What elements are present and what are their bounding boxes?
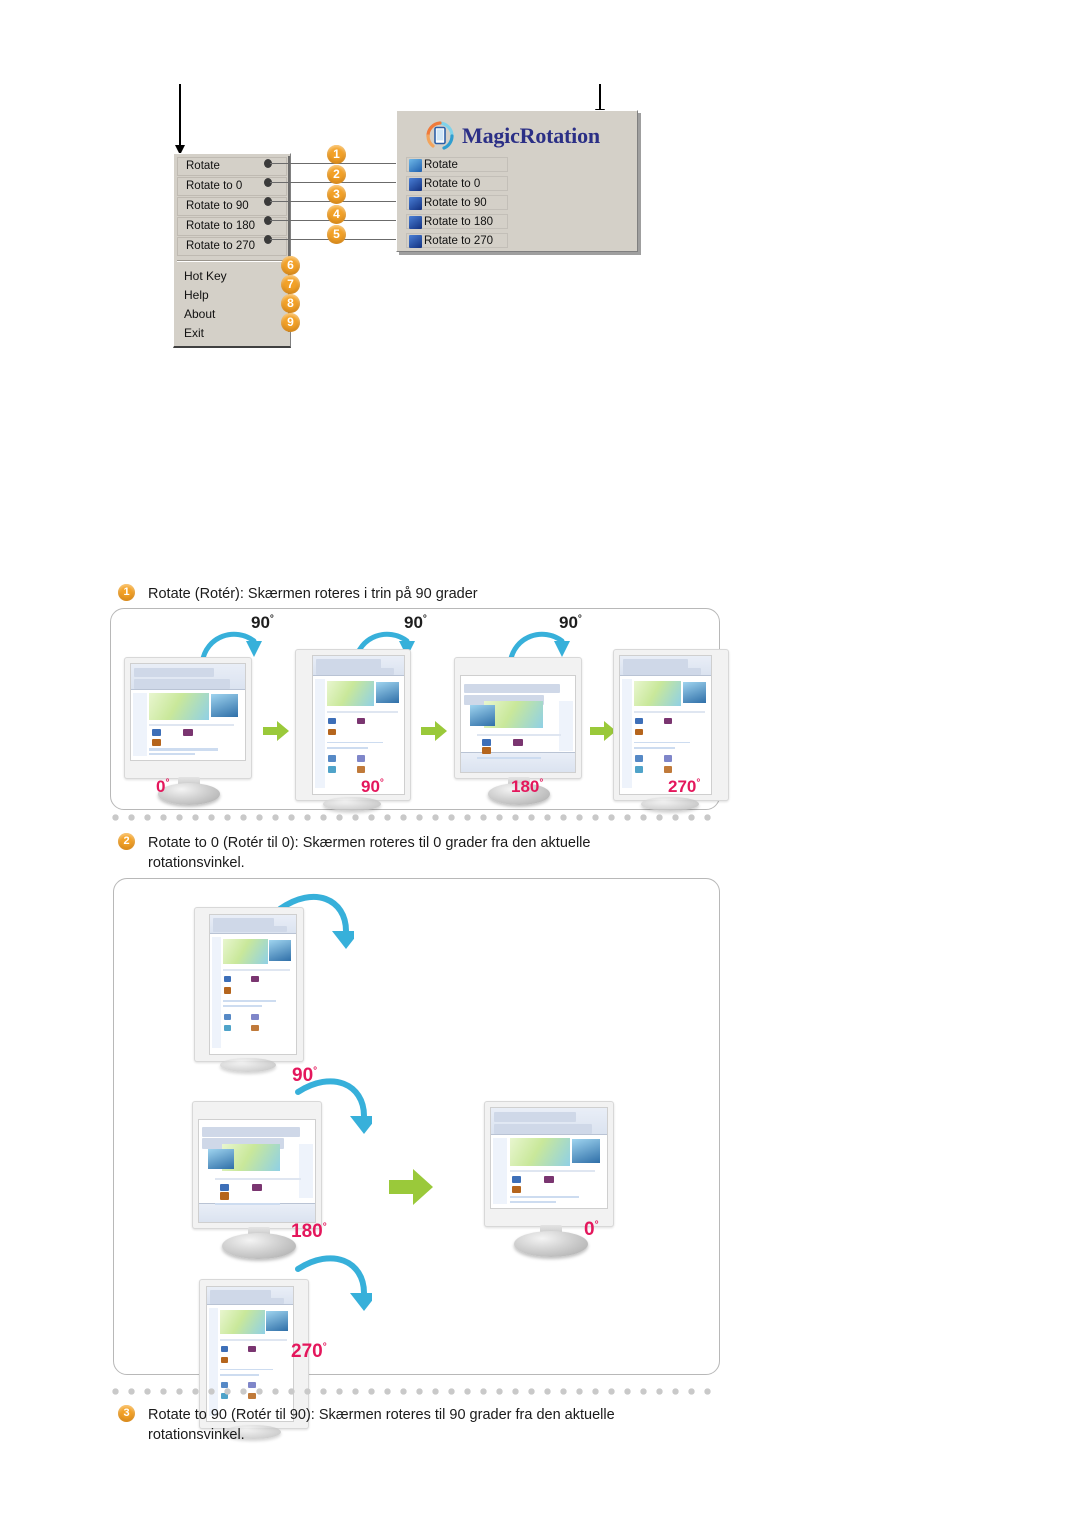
angle-label-180: 180° bbox=[291, 1221, 327, 1242]
rotate-icon bbox=[409, 159, 422, 172]
arc-label-90-c: 90° bbox=[559, 613, 582, 632]
panel-item-label: Rotate to 270 bbox=[424, 235, 494, 247]
angle-label-180: 180° bbox=[511, 777, 544, 796]
arc-label-90-b: 90° bbox=[404, 613, 427, 632]
monitor-90deg bbox=[194, 907, 314, 1077]
rotate-270-icon bbox=[409, 235, 422, 248]
dotted-separator bbox=[112, 1388, 712, 1395]
flow-arrow-icon bbox=[389, 1169, 433, 1205]
monitor-0deg bbox=[124, 657, 254, 805]
panel-item-rotate[interactable]: Rotate bbox=[406, 157, 508, 172]
flow-arrow-icon bbox=[421, 721, 447, 741]
menu-item-hot-key[interactable]: Hot Key bbox=[174, 267, 290, 286]
callout-badge-4: 4 bbox=[327, 205, 346, 224]
caption-rotate: 1 Rotate (Rotér): Skærmen roteres i trin… bbox=[118, 584, 818, 604]
panel-item-label: Rotate to 0 bbox=[424, 178, 481, 190]
callout-badge-3: 3 bbox=[327, 185, 346, 204]
caption-rotate-to-0: 2 Rotate to 0 (Rotér til 0): Skærmen rot… bbox=[118, 833, 678, 873]
callout-badge-5: 5 bbox=[327, 225, 346, 244]
caption-badge: 2 bbox=[118, 833, 135, 850]
callout-badge-1: 1 bbox=[327, 145, 346, 164]
angle-label-90: 90° bbox=[361, 777, 384, 796]
panel-item-rotate-to-180[interactable]: Rotate to 180 bbox=[406, 214, 508, 229]
caption-rotate-to-90: 3 Rotate to 90 (Rotér til 90): Skærmen r… bbox=[118, 1405, 688, 1445]
dotted-separator bbox=[112, 814, 712, 821]
caption-text: Rotate (Rotér): Skærmen roteres i trin p… bbox=[148, 586, 478, 602]
angle-label-270: 270° bbox=[668, 777, 701, 796]
menu-item-exit[interactable]: Exit bbox=[174, 324, 290, 343]
caption-badge: 1 bbox=[118, 584, 135, 601]
magicrotation-logo-icon bbox=[425, 121, 455, 151]
rotate-90-icon bbox=[409, 197, 422, 210]
magicrotation-title: MagicRotation bbox=[462, 123, 600, 148]
panel-item-rotate-to-90[interactable]: Rotate to 90 bbox=[406, 195, 508, 210]
rotate-180-icon bbox=[409, 216, 422, 229]
angle-label-270: 270° bbox=[291, 1341, 327, 1362]
menu-item-help[interactable]: Help bbox=[174, 286, 290, 305]
caption-text: Rotate to 0 (Rotér til 0): Skærmen roter… bbox=[148, 835, 591, 871]
monitor-180deg bbox=[454, 657, 584, 805]
magicrotation-panel[interactable]: MagicRotation Rotate Rotate to 0 Rotate … bbox=[396, 110, 638, 252]
caption-text: Rotate to 90 (Rotér til 90): Skærmen rot… bbox=[148, 1407, 615, 1443]
pointer-arrow-left bbox=[175, 84, 185, 155]
monitor-result-0deg bbox=[484, 1101, 624, 1261]
caption-badge: 3 bbox=[118, 1405, 135, 1422]
callout-badge-6: 6 bbox=[281, 256, 300, 275]
callout-badge-8: 8 bbox=[281, 294, 300, 313]
callout-badge-2: 2 bbox=[327, 165, 346, 184]
magicrotation-logo: MagicRotation bbox=[425, 119, 600, 153]
magicrotation-menu-diagram: Rotate Rotate to 0 Rotate to 90 Rotate t… bbox=[0, 0, 1080, 370]
monitor-90deg bbox=[295, 649, 415, 811]
rotate-0-icon bbox=[409, 178, 422, 191]
panel-item-rotate-to-0[interactable]: Rotate to 0 bbox=[406, 176, 508, 191]
figure-rotate-steps: 90° 90° 90° 0° 90° 180° 270° bbox=[110, 608, 729, 811]
pointer-arrow-right bbox=[595, 84, 605, 119]
menu-item-about[interactable]: About bbox=[174, 305, 290, 324]
arc-label-90-a: 90° bbox=[251, 613, 274, 632]
panel-item-label: Rotate to 180 bbox=[424, 216, 494, 228]
panel-item-label: Rotate bbox=[424, 159, 458, 171]
panel-item-label: Rotate to 90 bbox=[424, 197, 487, 209]
figure-rotate-to-0: 90° 180° 270° 0° bbox=[113, 878, 720, 1439]
angle-label-0: 0° bbox=[156, 777, 170, 796]
flow-arrow-icon bbox=[263, 721, 289, 741]
callout-badge-9: 9 bbox=[281, 313, 300, 332]
callout-badge-7: 7 bbox=[281, 275, 300, 294]
menu-separator bbox=[177, 260, 287, 262]
angle-label-result-0: 0° bbox=[584, 1219, 599, 1240]
panel-item-rotate-to-270[interactable]: Rotate to 270 bbox=[406, 233, 508, 248]
